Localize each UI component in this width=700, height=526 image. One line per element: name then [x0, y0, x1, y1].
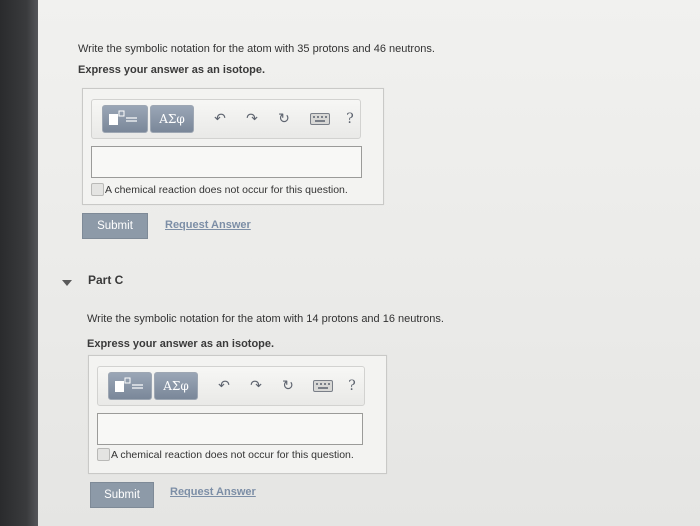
redo-icon[interactable]: ↷ [248, 378, 264, 394]
problem-page: Write the symbolic notation for the atom… [38, 0, 700, 526]
part-c-no-reaction-option[interactable]: A chemical reaction does not occur for t… [97, 448, 354, 461]
greek-symbols-button[interactable]: ΑΣφ [154, 372, 198, 400]
templates-button[interactable] [102, 105, 148, 133]
part-c-collapse-caret-icon[interactable] [62, 280, 72, 286]
part-c-instruction: Express your answer as an isotope. [87, 338, 275, 350]
templates-button[interactable] [108, 372, 152, 400]
part-c-no-reaction-label: A chemical reaction does not occur for t… [111, 448, 354, 461]
part-c-no-reaction-checkbox[interactable] [97, 448, 110, 461]
part-b-no-reaction-checkbox[interactable] [91, 183, 104, 196]
part-b-request-answer-link[interactable]: Request Answer [165, 219, 251, 231]
part-b-submit-button[interactable]: Submit [82, 213, 148, 239]
part-b-question: Write the symbolic notation for the atom… [78, 43, 435, 55]
part-c-answer-input[interactable] [97, 413, 363, 445]
reset-icon[interactable]: ↻ [280, 378, 296, 394]
part-b-answer-editor: ΑΣφ ↶ ↷ ↻ ? A chemical reaction does not… [82, 88, 384, 205]
part-c-toolbar: ΑΣφ ↶ ↷ ↻ ? [97, 366, 365, 406]
part-b-toolbar: ΑΣφ ↶ ↷ ↻ ? [91, 99, 361, 139]
undo-icon[interactable]: ↶ [212, 111, 228, 127]
templates-icon [109, 110, 137, 125]
redo-icon[interactable]: ↷ [244, 111, 260, 127]
screen-bezel [0, 0, 38, 526]
help-icon[interactable]: ? [344, 378, 360, 394]
greek-symbols-button[interactable]: ΑΣφ [150, 105, 194, 133]
part-c-question: Write the symbolic notation for the atom… [87, 313, 444, 325]
help-icon[interactable]: ? [342, 111, 358, 127]
part-b-no-reaction-option[interactable]: A chemical reaction does not occur for t… [91, 183, 348, 196]
part-b-no-reaction-label: A chemical reaction does not occur for t… [105, 183, 348, 196]
undo-icon[interactable]: ↶ [216, 378, 232, 394]
part-c-submit-button[interactable]: Submit [90, 482, 154, 508]
reset-icon[interactable]: ↻ [276, 111, 292, 127]
part-b-instruction: Express your answer as an isotope. [78, 64, 266, 76]
part-c-answer-editor: ΑΣφ ↶ ↷ ↻ ? A chemical reaction does not… [88, 355, 387, 474]
part-c-request-answer-link[interactable]: Request Answer [170, 486, 256, 498]
templates-icon [115, 377, 143, 392]
part-c-label[interactable]: Part C [88, 273, 123, 287]
keyboard-icon[interactable] [310, 111, 330, 127]
keyboard-icon[interactable] [313, 378, 333, 394]
part-b-answer-input[interactable] [91, 146, 362, 178]
